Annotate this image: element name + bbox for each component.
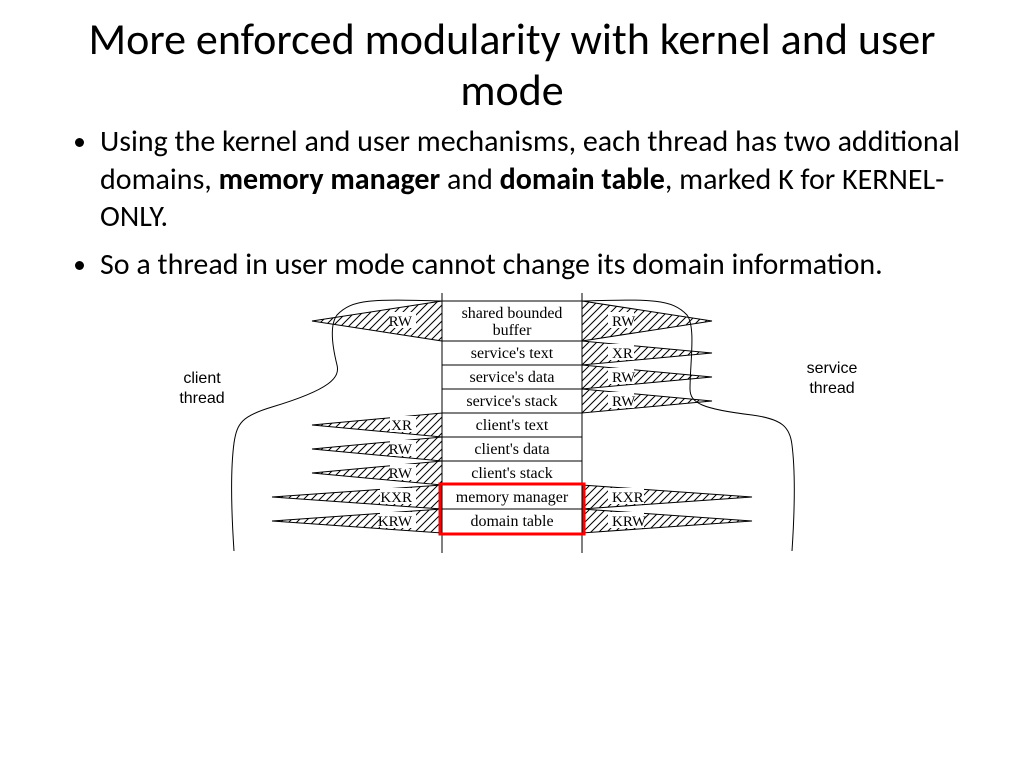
permission-wedge: [582, 341, 712, 365]
permission-wedge: [582, 301, 712, 341]
permission-label: KRW: [378, 514, 413, 530]
mem-row-label: service's text: [471, 345, 554, 362]
client-thread-label-2: thread: [179, 390, 224, 407]
mem-row-label: service's data: [469, 369, 554, 386]
slide: More enforced modularity with kernel and…: [0, 0, 1024, 768]
bullet-1-bold-1: memory manager: [219, 161, 441, 198]
permission-label: KRW: [612, 514, 647, 530]
service-thread-label-1: service: [807, 360, 858, 377]
permission-label: RW: [612, 370, 636, 386]
permission-label: XR: [612, 346, 633, 362]
permission-label: KXR: [612, 490, 644, 506]
slide-body: Using the kernel and user mechanisms, ea…: [80, 123, 964, 283]
mem-row-label: client's text: [476, 417, 549, 434]
client-thread-label-1: client: [183, 370, 221, 387]
permission-label: KXR: [380, 490, 412, 506]
bullet-1-text-b: and: [440, 161, 499, 198]
diagram-container: shared boundedbuffer RW RW service's text XR…: [60, 293, 964, 583]
mem-row-label: shared bounded: [462, 305, 563, 322]
permission-wedge: [312, 413, 442, 437]
mem-row-label: client's stack: [471, 465, 553, 482]
mem-row-label: client's data: [474, 441, 549, 458]
mem-row-label: memory manager: [456, 489, 569, 506]
permission-label: RW: [389, 314, 413, 330]
bullet-1-bold-2: domain table: [500, 161, 665, 198]
permission-wedge: [272, 485, 442, 509]
service-thread-label-2: thread: [809, 380, 854, 397]
slide-title: More enforced modularity with kernel and…: [60, 14, 964, 115]
permission-label: RW: [389, 442, 413, 458]
permission-label: RW: [389, 466, 413, 482]
memory-domain-diagram: shared boundedbuffer RW RW service's text XR…: [142, 293, 882, 583]
mem-row-label: buffer: [493, 322, 532, 339]
permission-wedge: [582, 509, 752, 533]
permission-label: XR: [391, 418, 412, 434]
mem-row-label: service's stack: [466, 393, 557, 410]
permission-wedge: [582, 389, 712, 413]
permission-wedge: [312, 461, 442, 485]
permission-wedge: [582, 485, 752, 509]
bullet-2: So a thread in user mode cannot change i…: [100, 246, 964, 284]
bullet-1: Using the kernel and user mechanisms, ea…: [100, 123, 964, 236]
mem-row-label: domain table: [470, 513, 553, 530]
permission-wedge: [312, 437, 442, 461]
permission-label: RW: [612, 314, 636, 330]
permission-wedge: [312, 301, 442, 341]
permission-wedge: [582, 365, 712, 389]
permission-wedge: [272, 509, 442, 533]
permission-label: RW: [612, 394, 636, 410]
